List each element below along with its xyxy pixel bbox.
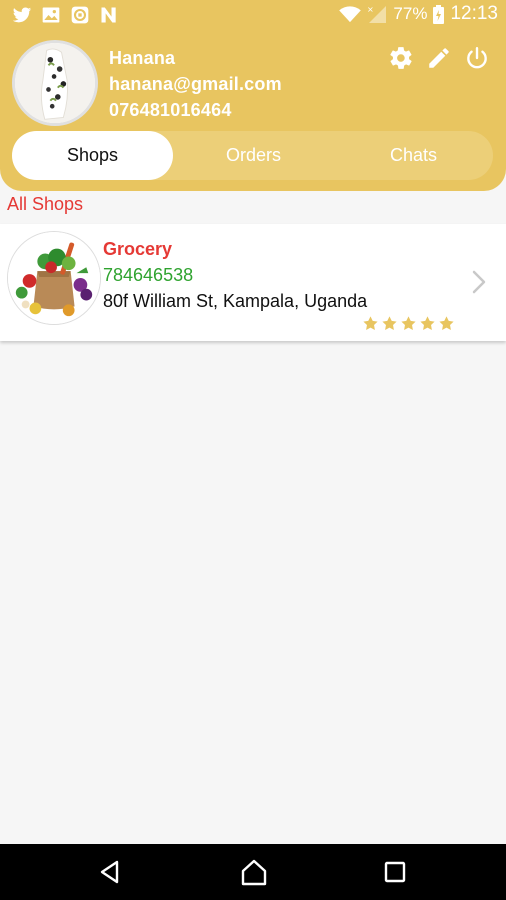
back-icon[interactable] [95,857,125,887]
home-icon[interactable] [239,857,269,887]
svg-text:×: × [367,5,374,14]
recents-icon[interactable] [380,857,410,887]
power-icon[interactable] [464,45,490,71]
edit-icon[interactable] [426,45,452,71]
shop-image [7,231,101,325]
settings-icon[interactable] [388,45,414,71]
shop-phone: 784646538 [103,265,194,285]
chevron-right-icon[interactable] [469,269,489,295]
shop-address: 80f William St, Kampala, Uganda [103,291,368,311]
star-icon [420,316,435,330]
profile-header: × 77% 12:13 Hanana hanana@gmail.com 0764… [0,0,506,191]
battery-icon [433,4,445,24]
star-icon [401,316,416,330]
profile-name: Hanana [109,48,176,68]
avatar-image [15,43,95,123]
star-icon [439,316,454,330]
battery-percentage: 77% [393,4,428,23]
shop-name: Grocery [103,239,173,259]
twitter-icon [12,7,32,23]
cellular-signal-icon: × [367,5,387,23]
n-icon [101,7,116,23]
avatar[interactable] [12,40,98,126]
shop-list-item[interactable]: Grocery 784646538 80f William St, Kampal… [0,224,506,341]
image-icon [42,7,60,23]
wifi-icon [339,6,362,23]
star-icon [382,316,397,330]
section-title: All Shops [7,194,84,214]
shop-rating [362,315,455,332]
profile-email: hanana@gmail.com [109,74,282,94]
status-bar: × 77% 12:13 [0,0,506,30]
app-icon [71,6,89,24]
clock: 12:13 [450,3,498,24]
tab-shops[interactable]: Shops [12,131,173,180]
grocery-bag-image [8,232,100,324]
tab-bar: Shops Orders Chats [12,131,493,180]
profile-phone: 076481016464 [109,100,232,120]
profile-info: Hanana hanana@gmail.com 076481016464 [109,45,282,123]
tab-orders[interactable]: Orders [173,131,334,180]
navigation-bar [0,844,506,900]
header-actions [388,45,490,71]
star-icon [363,316,378,330]
tab-chats[interactable]: Chats [334,131,493,180]
